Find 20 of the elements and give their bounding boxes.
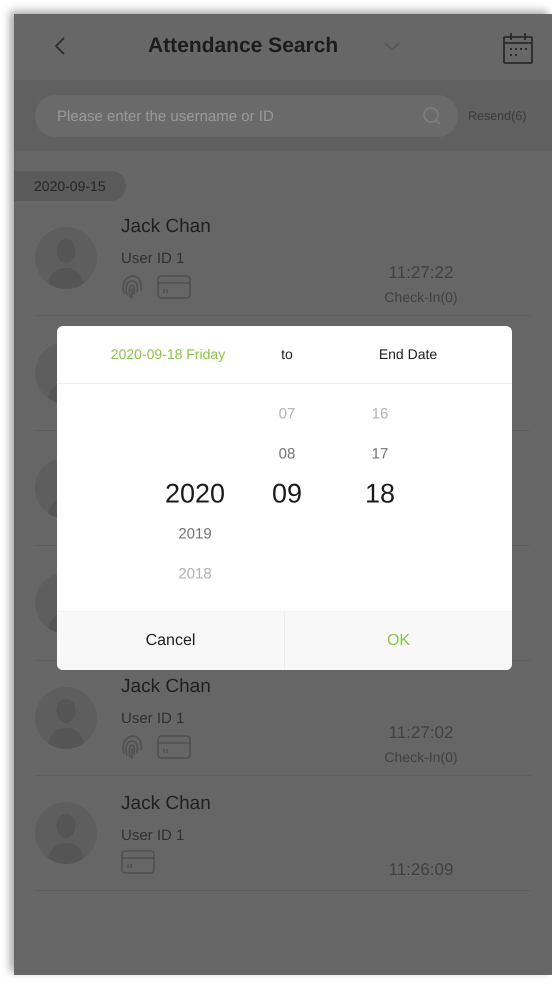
range-separator: to [281, 346, 293, 362]
user-name: Jack Chan [121, 676, 212, 698]
cancel-button[interactable]: Cancel [57, 612, 285, 670]
picker-option[interactable]: 2019 [178, 526, 212, 542]
picker-option[interactable]: 17 [372, 446, 388, 462]
card-icon [121, 850, 155, 874]
picker-option[interactable]: 2020 [164, 478, 226, 510]
end-date[interactable]: End Date [378, 346, 438, 362]
fingerprint-icon [121, 272, 143, 300]
card-icon [157, 734, 191, 758]
card-icon [157, 274, 191, 298]
back-icon[interactable] [54, 36, 66, 56]
page-title: Attendance Search [148, 34, 338, 58]
picker-option[interactable]: 08 [278, 446, 296, 462]
user-name: Jack Chan [121, 216, 212, 238]
picker-option[interactable]: 09 [272, 478, 302, 510]
user-name: Jack Chan [121, 792, 212, 814]
fingerprint-icon [121, 732, 143, 760]
picker-option[interactable]: 18 [364, 478, 396, 510]
calendar-icon[interactable] [503, 32, 533, 64]
